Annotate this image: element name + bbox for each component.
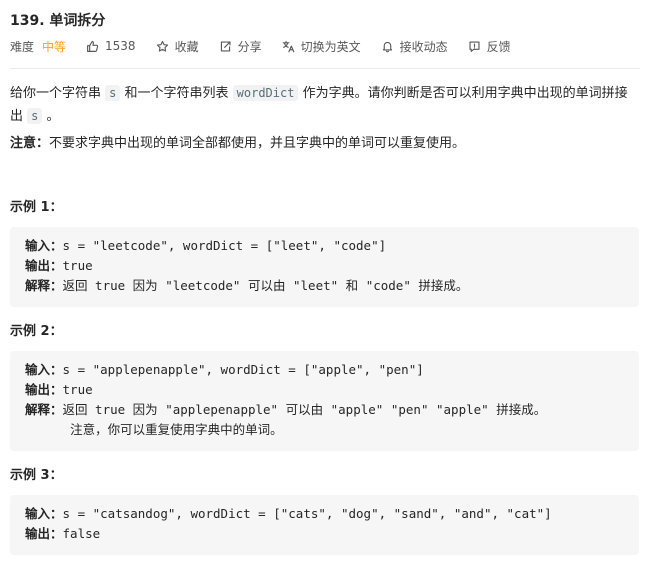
example-1-title: 示例 1： [10,200,63,215]
problem-note: 注意：不要求字典中出现的单词全部都使用，并且字典中的单词可以重复使用。 [10,134,465,154]
inline-code: wordDict [232,85,299,101]
collect-button[interactable]: 收藏 [156,38,199,55]
switch-language-button[interactable]: 切换为英文 [282,38,361,55]
translate-icon [282,40,294,52]
inline-code: s [105,85,121,101]
share-button[interactable]: 分享 [219,38,262,55]
feedback-icon [469,40,480,52]
feedback-label: 反馈 [486,39,511,54]
problem-description: 给你一个字符串 s 和一个字符串列表 wordDict 作为字典。请你判断是否可… [10,85,628,124]
thumbs-up-icon [87,40,99,52]
star-icon [156,40,168,52]
subscribe-label: 接收动态 [399,39,448,54]
difficulty-badge: 中等 [42,39,67,54]
example-3-block: 输入：s = "catsandog", wordDict = ["cats", … [10,495,639,555]
example-2-block: 输入：s = "applepenapple", wordDict = ["app… [10,351,639,451]
like-count: 1538 [105,39,136,53]
bell-icon [382,41,392,52]
example-2-title: 示例 2： [10,324,63,339]
example-1-block: 输入：s = "leetcode", wordDict = ["leet", "… [10,227,639,307]
collect-label: 收藏 [174,39,199,54]
share-icon [220,40,231,52]
note-text: 不要求字典中出现的单词全部都使用，并且字典中的单词可以重复使用。 [49,136,466,151]
subscribe-button[interactable]: 接收动态 [381,38,448,55]
feedback-button[interactable]: 反馈 [468,38,511,55]
share-label: 分享 [237,39,262,54]
problem-toolbar: 难度 中等 1538 收藏 分享 切换为英文 接收动态 反馈 [10,38,531,54]
switch-language-label: 切换为英文 [300,39,361,54]
problem-title: 139. 单词拆分 [10,13,106,29]
inline-code: s [27,108,43,124]
like-button[interactable]: 1538 [86,39,136,53]
note-label: 注意： [10,136,50,151]
example-3-title: 示例 3： [10,468,63,483]
header-divider [10,68,640,69]
difficulty-label: 难度 [10,39,35,54]
